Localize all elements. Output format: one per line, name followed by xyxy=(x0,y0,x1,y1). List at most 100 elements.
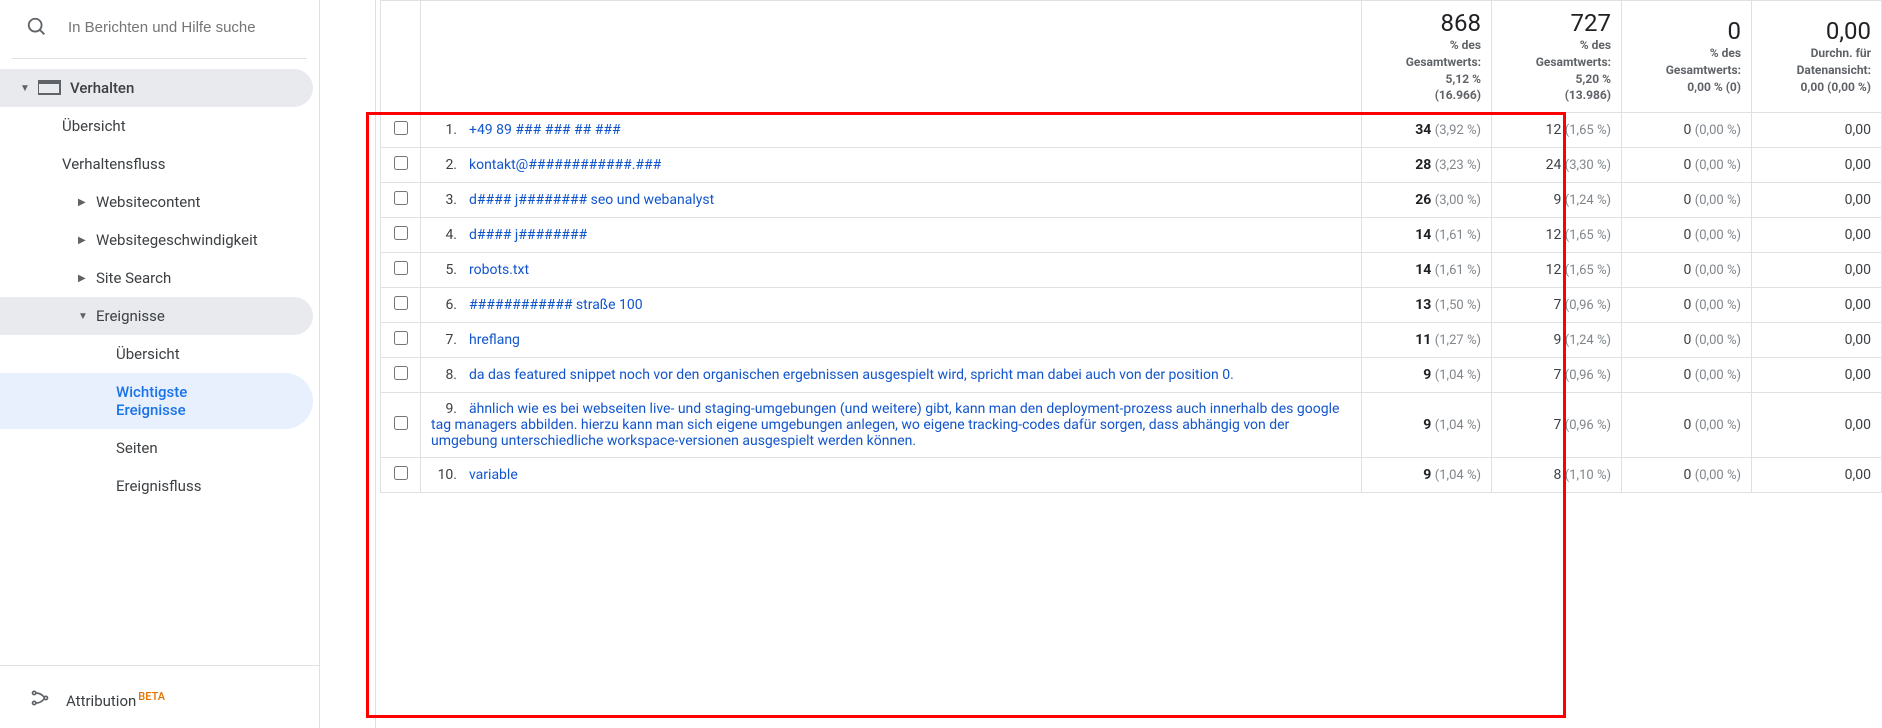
row-checkbox-cell xyxy=(381,458,421,493)
row-label-cell: 9.ähnlich wie es bei webseiten live- und… xyxy=(421,393,1362,458)
row-link[interactable]: kontakt@############.### xyxy=(469,157,661,173)
chevron-right-icon: ▶ xyxy=(78,235,88,246)
row-link[interactable]: robots.txt xyxy=(469,262,529,278)
row-metric-1: 28 (3,23 %) xyxy=(1362,148,1492,183)
row-checkbox[interactable] xyxy=(394,226,408,240)
row-metric-2: 9 (1,24 %) xyxy=(1492,323,1622,358)
col-checkbox xyxy=(381,1,421,113)
row-metric-4: 0,00 xyxy=(1752,148,1882,183)
col-metric-1[interactable]: 868 % des Gesamtwerts: 5,12 % (16.966) xyxy=(1362,1,1492,113)
nav-item-er-uebersicht[interactable]: Übersicht xyxy=(0,335,313,373)
table-row: 7.hreflang11 (1,27 %)9 (1,24 %)0 (0,00 %… xyxy=(381,323,1882,358)
table-row: 4.d#### j########14 (1,61 %)12 (1,65 %)0… xyxy=(381,218,1882,253)
row-checkbox[interactable] xyxy=(394,261,408,275)
nav-item-uebersicht[interactable]: Übersicht xyxy=(0,107,313,145)
row-checkbox-cell xyxy=(381,218,421,253)
row-metric-2: 7 (0,96 %) xyxy=(1492,288,1622,323)
row-metric-4: 0,00 xyxy=(1752,218,1882,253)
row-checkbox[interactable] xyxy=(394,366,408,380)
nav-item-websitegeschw[interactable]: ▶ Websitegeschwindigkeit xyxy=(0,221,313,259)
nav-item-attribution[interactable]: AttributionBETA xyxy=(0,678,319,722)
row-link[interactable]: d#### j######## seo und webanalyst xyxy=(469,192,714,208)
attribution-label: Attribution xyxy=(66,692,136,710)
row-label-cell: 10.variable xyxy=(421,458,1362,493)
row-checkbox[interactable] xyxy=(394,466,408,480)
row-metric-2: 7 (0,96 %) xyxy=(1492,393,1622,458)
row-metric-4: 0,00 xyxy=(1752,253,1882,288)
nav-item-websitecontent[interactable]: ▶ Websitecontent xyxy=(0,183,313,221)
row-checkbox[interactable] xyxy=(394,191,408,205)
nav-item-verhaltensfluss[interactable]: Verhaltensfluss xyxy=(0,145,313,183)
nav-item-er-wichtigste[interactable]: Wichtigste Ereignisse xyxy=(0,373,313,429)
nav-item-ereignisse[interactable]: ▼ Ereignisse xyxy=(0,297,313,335)
row-label-cell: 3. d#### j######## seo und webanalyst xyxy=(421,183,1362,218)
row-metric-3: 0 (0,00 %) xyxy=(1622,358,1752,393)
row-checkbox[interactable] xyxy=(394,156,408,170)
row-checkbox-cell xyxy=(381,253,421,288)
row-checkbox[interactable] xyxy=(394,296,408,310)
chevron-right-icon: ▶ xyxy=(78,273,88,284)
row-checkbox[interactable] xyxy=(394,416,408,430)
divider xyxy=(12,58,307,59)
table-row: 10.variable9 (1,04 %)8 (1,10 %)0 (0,00 %… xyxy=(381,458,1882,493)
row-link[interactable]: ähnlich wie es bei webseiten live- und s… xyxy=(431,401,1339,449)
row-link[interactable]: ############ straße 100 xyxy=(469,297,643,313)
row-metric-3: 0 (0,00 %) xyxy=(1622,458,1752,493)
chevron-down-icon: ▼ xyxy=(20,83,30,94)
nav-section-verhalten[interactable]: ▼ Verhalten xyxy=(0,69,313,107)
row-number: 5. xyxy=(431,262,457,278)
row-label-cell: 1. +49 89 ### ### ## ### xyxy=(421,113,1362,148)
row-link[interactable]: d#### j######## xyxy=(469,227,587,243)
nav-item-sitesearch[interactable]: ▶ Site Search xyxy=(0,259,313,297)
sidebar: ▼ Verhalten Übersicht Verhaltensfluss ▶ … xyxy=(0,0,320,728)
table-row: 8. da das featured snippet noch vor den o… xyxy=(381,358,1882,393)
row-number: 8. xyxy=(431,367,457,383)
row-number: 3. xyxy=(431,192,457,208)
row-metric-4: 0,00 xyxy=(1752,358,1882,393)
row-metric-3: 0 (0,00 %) xyxy=(1622,183,1752,218)
row-metric-2: 12 (1,65 %) xyxy=(1492,253,1622,288)
row-number: 7. xyxy=(431,332,457,348)
row-metric-3: 0 (0,00 %) xyxy=(1622,148,1752,183)
row-metric-3: 0 (0,00 %) xyxy=(1622,253,1752,288)
row-checkbox-cell xyxy=(381,288,421,323)
row-number: 6. xyxy=(431,297,457,313)
col-metric-4[interactable]: 0,00 Durchn. für Datenansicht: 0,00 (0,0… xyxy=(1752,1,1882,113)
row-metric-1: 14 (1,61 %) xyxy=(1362,253,1492,288)
row-metric-2: 24 (3,30 %) xyxy=(1492,148,1622,183)
row-link[interactable]: variable xyxy=(469,467,518,483)
sidebar-bottom: AttributionBETA xyxy=(0,665,319,728)
row-link[interactable]: hreflang xyxy=(469,332,520,348)
mini-strip xyxy=(336,0,376,728)
row-metric-4: 0,00 xyxy=(1752,323,1882,358)
row-checkbox[interactable] xyxy=(394,331,408,345)
search-icon[interactable] xyxy=(26,16,48,38)
row-checkbox[interactable] xyxy=(394,121,408,135)
table-row: 3.d#### j######## seo und webanalyst26 (… xyxy=(381,183,1882,218)
data-table: 868 % des Gesamtwerts: 5,12 % (16.966) 7… xyxy=(380,0,1882,493)
row-number: 1. xyxy=(431,122,457,138)
row-metric-3: 0 (0,00 %) xyxy=(1622,393,1752,458)
row-link[interactable]: da das featured snippet noch vor den org… xyxy=(469,367,1234,383)
nav-list: ▼ Verhalten Übersicht Verhaltensfluss ▶ … xyxy=(0,69,319,665)
nav-item-er-fluss[interactable]: Ereignisfluss xyxy=(0,467,313,505)
nav-item-er-seiten[interactable]: Seiten xyxy=(0,429,313,467)
row-metric-1: 9 (1,04 %) xyxy=(1362,458,1492,493)
chevron-down-icon: ▼ xyxy=(78,311,88,322)
table-body: 1.+49 89 ### ### ## ###34 (3,92 %)12 (1,… xyxy=(381,113,1882,493)
row-metric-3: 0 (0,00 %) xyxy=(1622,218,1752,253)
nav-section-label: Verhalten xyxy=(70,79,301,97)
row-label-cell: 8. da das featured snippet noch vor den o… xyxy=(421,358,1362,393)
beta-badge: BETA xyxy=(138,690,165,703)
col-metric-3[interactable]: 0 % des Gesamtwerts: 0,00 % (0) xyxy=(1622,1,1752,113)
row-checkbox-cell xyxy=(381,358,421,393)
col-metric-2[interactable]: 727 % des Gesamtwerts: 5,20 % (13.986) xyxy=(1492,1,1622,113)
search-input[interactable] xyxy=(68,19,268,36)
row-link[interactable]: +49 89 ### ### ## ### xyxy=(469,122,621,138)
row-checkbox-cell xyxy=(381,183,421,218)
row-label-cell: 4.d#### j######## xyxy=(421,218,1362,253)
row-metric-4: 0,00 xyxy=(1752,183,1882,218)
row-metric-3: 0 (0,00 %) xyxy=(1622,288,1752,323)
row-checkbox-cell xyxy=(381,113,421,148)
row-metric-3: 0 (0,00 %) xyxy=(1622,323,1752,358)
